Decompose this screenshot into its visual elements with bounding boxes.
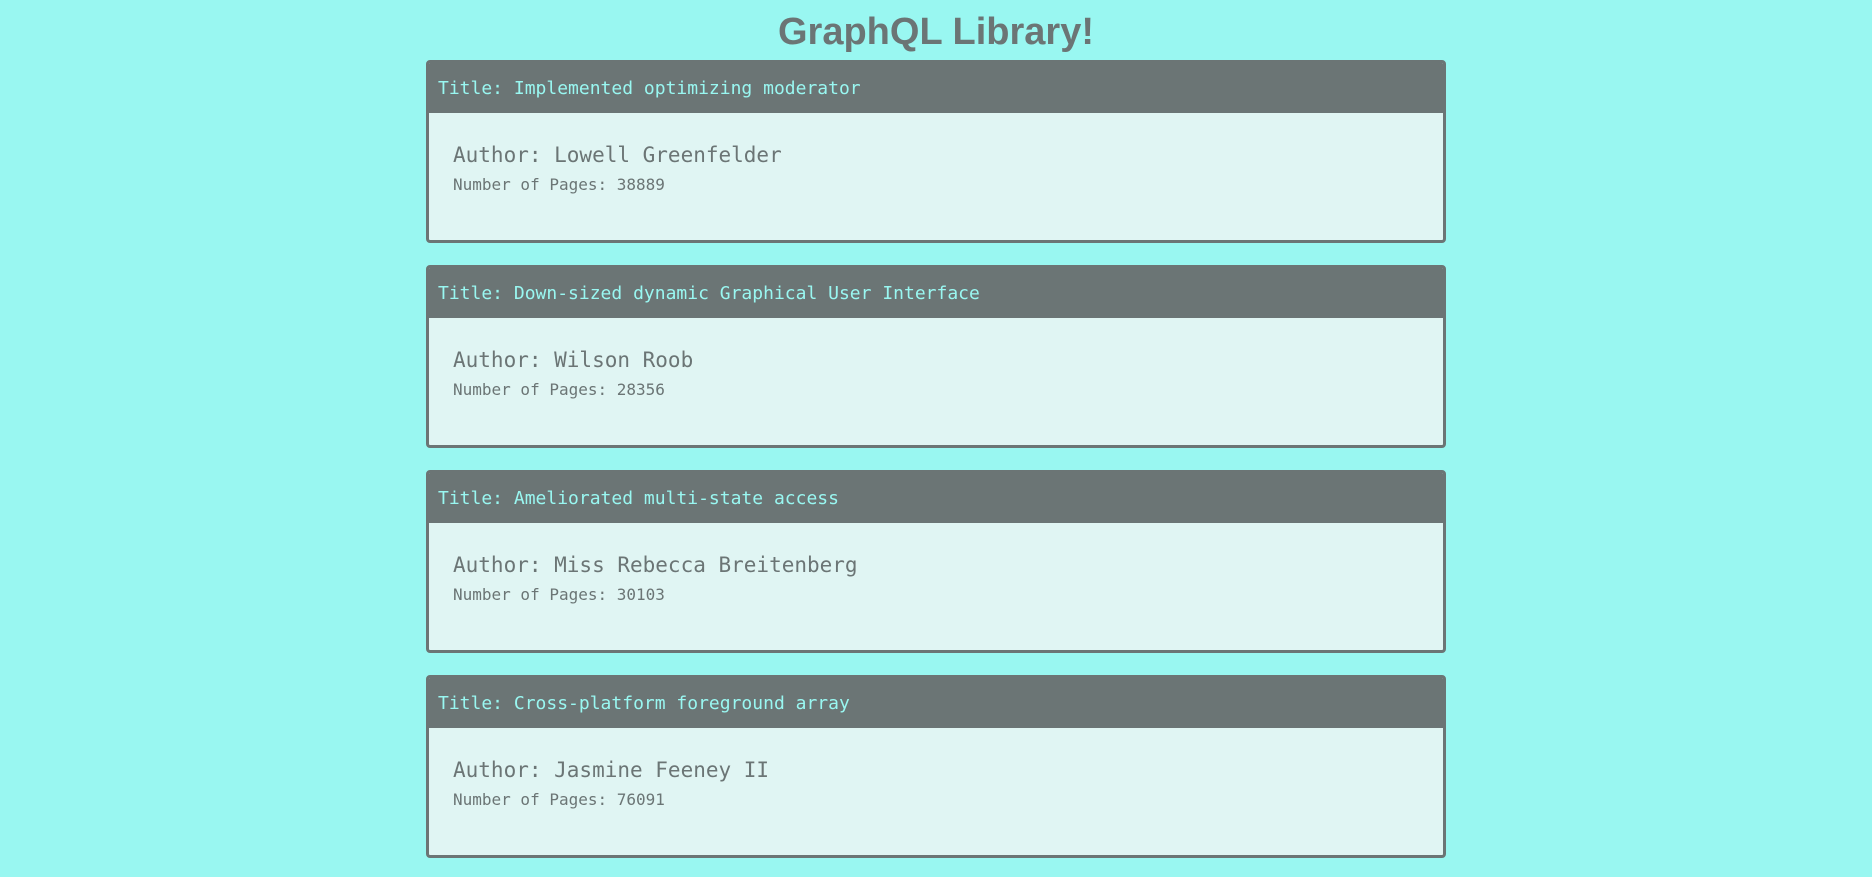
book-page-count: Number of Pages: 28356 xyxy=(453,380,665,399)
book-card: Title: Implemented optimizing moderator … xyxy=(426,60,1446,243)
book-details: Author: Miss Rebecca Breitenberg Number … xyxy=(429,523,1443,605)
book-card: Title: Cross-platform foreground array A… xyxy=(426,675,1446,858)
book-author: Author: Lowell Greenfelder xyxy=(453,143,782,167)
book-title: Title: Cross-platform foreground array xyxy=(429,678,1443,728)
book-details: Author: Wilson Roob Number of Pages: 283… xyxy=(429,318,1443,400)
book-card: Title: Down-sized dynamic Graphical User… xyxy=(426,265,1446,448)
book-card: Title: Ameliorated multi-state access Au… xyxy=(426,470,1446,653)
book-page-count: Number of Pages: 38889 xyxy=(453,175,665,194)
book-author: Author: Miss Rebecca Breitenberg xyxy=(453,553,858,577)
book-list: Title: Implemented optimizing moderator … xyxy=(426,60,1446,858)
book-title: Title: Down-sized dynamic Graphical User… xyxy=(429,268,1443,318)
book-page-count: Number of Pages: 76091 xyxy=(453,790,665,809)
book-author: Author: Wilson Roob xyxy=(453,348,694,372)
book-author: Author: Jasmine Feeney II xyxy=(453,758,770,782)
book-details: Author: Lowell Greenfelder Number of Pag… xyxy=(429,113,1443,195)
page-title: GraphQL Library! xyxy=(777,11,1095,53)
book-title: Title: Ameliorated multi-state access xyxy=(429,473,1443,523)
book-page-count: Number of Pages: 30103 xyxy=(453,585,665,604)
book-title: Title: Implemented optimizing moderator xyxy=(429,63,1443,113)
book-details: Author: Jasmine Feeney II Number of Page… xyxy=(429,728,1443,810)
